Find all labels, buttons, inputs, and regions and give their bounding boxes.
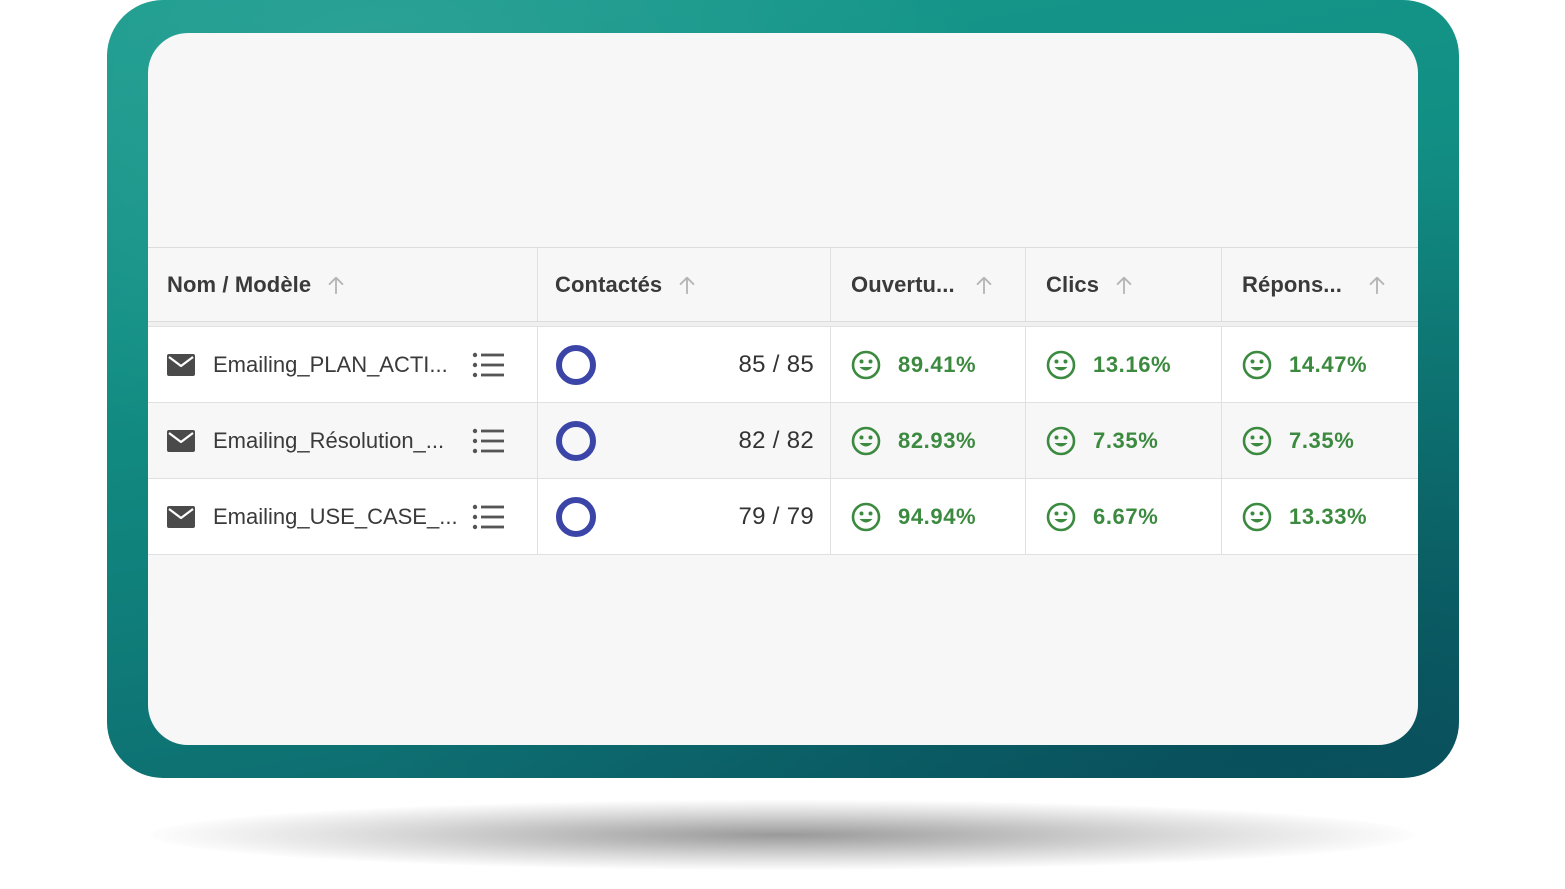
cell-name: Emailing_Résolution_... xyxy=(148,403,538,478)
smiley-icon xyxy=(1242,426,1272,455)
ring-icon xyxy=(556,420,596,461)
table-header: Nom / Modèle Contactés Ouvertu... Clics … xyxy=(148,247,1418,322)
campaign-name[interactable]: Emailing_PLAN_ACTI... xyxy=(213,352,458,378)
cell-opens: 94.94% xyxy=(831,479,1026,554)
ring-icon xyxy=(556,496,596,537)
column-header-label: Clics xyxy=(1046,271,1100,297)
contacted-count: 79 / 79 xyxy=(738,502,814,530)
column-header-opens[interactable]: Ouvertu... xyxy=(831,248,1026,321)
contacted-count: 85 / 85 xyxy=(738,350,814,378)
cell-name: Emailing_PLAN_ACTI... xyxy=(148,327,538,402)
column-header-label: Nom / Modèle xyxy=(167,271,312,297)
column-header-label: Contactés xyxy=(555,271,663,297)
cell-responses: 7.35% xyxy=(1222,403,1418,478)
cell-contacted: 85 / 85 xyxy=(538,327,831,402)
stage: Nom / Modèle Contactés Ouvertu... Clics … xyxy=(0,0,1565,889)
table-row[interactable]: Emailing_PLAN_ACTI... 85 / 85 89.41% 13.… xyxy=(148,327,1418,403)
campaign-name[interactable]: Emailing_Résolution_... xyxy=(213,428,458,454)
arrow-up-icon[interactable] xyxy=(1113,274,1135,296)
column-header-name[interactable]: Nom / Modèle xyxy=(148,248,538,321)
cell-contacted: 82 / 82 xyxy=(538,403,831,478)
cell-responses: 13.33% xyxy=(1222,479,1418,554)
column-header-contacted[interactable]: Contactés xyxy=(538,248,831,321)
contacted-count: 82 / 82 xyxy=(738,426,814,454)
response-rate: 7.35% xyxy=(1289,427,1355,453)
list-icon[interactable] xyxy=(472,503,504,531)
cell-opens: 89.41% xyxy=(831,327,1026,402)
smiley-icon xyxy=(1046,350,1076,379)
arrow-up-icon[interactable] xyxy=(325,274,347,296)
cell-contacted: 79 / 79 xyxy=(538,479,831,554)
open-rate: 94.94% xyxy=(898,503,977,529)
smiley-icon xyxy=(1242,350,1272,379)
list-icon[interactable] xyxy=(472,427,504,455)
mail-icon xyxy=(167,353,195,376)
column-header-responses[interactable]: Répons... xyxy=(1222,248,1418,321)
click-rate: 7.35% xyxy=(1093,427,1159,453)
cell-clicks: 7.35% xyxy=(1026,403,1222,478)
cell-clicks: 6.67% xyxy=(1026,479,1222,554)
smiley-icon xyxy=(1046,502,1076,531)
column-header-label: Ouvertu... xyxy=(851,271,955,297)
smiley-icon xyxy=(1046,426,1076,455)
floor-shadow xyxy=(150,800,1415,870)
arrow-up-icon[interactable] xyxy=(676,274,698,296)
column-header-label: Répons... xyxy=(1242,271,1342,297)
campaign-name[interactable]: Emailing_USE_CASE_... xyxy=(213,504,458,530)
smiley-icon xyxy=(851,426,881,455)
open-rate: 89.41% xyxy=(898,351,977,377)
screen: Nom / Modèle Contactés Ouvertu... Clics … xyxy=(148,33,1418,745)
click-rate: 6.67% xyxy=(1093,503,1159,529)
mail-icon xyxy=(167,505,195,528)
cell-responses: 14.47% xyxy=(1222,327,1418,402)
open-rate: 82.93% xyxy=(898,427,977,453)
response-rate: 14.47% xyxy=(1289,351,1368,377)
click-rate: 13.16% xyxy=(1093,351,1172,377)
cell-name: Emailing_USE_CASE_... xyxy=(148,479,538,554)
list-icon[interactable] xyxy=(472,351,504,379)
smiley-icon xyxy=(1242,502,1272,531)
table-row[interactable]: Emailing_USE_CASE_... 79 / 79 94.94% 6.6… xyxy=(148,479,1418,555)
column-header-clicks[interactable]: Clics xyxy=(1026,248,1222,321)
response-rate: 13.33% xyxy=(1289,503,1368,529)
campaign-table: Nom / Modèle Contactés Ouvertu... Clics … xyxy=(148,247,1418,555)
arrow-up-icon[interactable] xyxy=(973,274,995,296)
table-row[interactable]: Emailing_Résolution_... 82 / 82 82.93% 7… xyxy=(148,403,1418,479)
smiley-icon xyxy=(851,350,881,379)
mail-icon xyxy=(167,429,195,452)
cell-opens: 82.93% xyxy=(831,403,1026,478)
arrow-up-icon[interactable] xyxy=(1366,274,1388,296)
ring-icon xyxy=(556,344,596,385)
smiley-icon xyxy=(851,502,881,531)
cell-clicks: 13.16% xyxy=(1026,327,1222,402)
